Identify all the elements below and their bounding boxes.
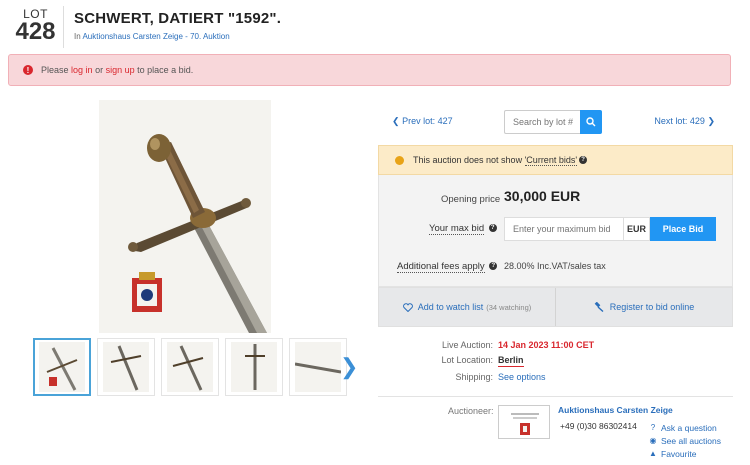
thumbnail-sword-4 bbox=[231, 342, 277, 392]
favourite-label: Favourite bbox=[661, 448, 697, 459]
thumbnail-3[interactable] bbox=[161, 338, 219, 396]
question-icon[interactable]: ? bbox=[579, 156, 588, 164]
favourite-link[interactable]: ▲ Favourite bbox=[648, 447, 721, 460]
lot-location-value: Berlin bbox=[498, 355, 524, 367]
lot-number: 428 bbox=[15, 18, 56, 45]
question-icon[interactable]: ? bbox=[489, 262, 498, 271]
bid-panel: Opening price 30,000 EUR Your max bid ? … bbox=[378, 175, 733, 287]
eye-icon: ◉ bbox=[649, 436, 657, 445]
search-icon bbox=[586, 117, 596, 127]
register-to-bid-button[interactable]: Register to bid online bbox=[555, 288, 732, 326]
lot-title: SCHWERT, DATIERT "1592". bbox=[74, 10, 282, 27]
see-all-auctions-link[interactable]: ◉ See all auctions bbox=[648, 434, 722, 447]
fees-label-text[interactable]: Additional fees apply bbox=[397, 261, 485, 273]
add-to-watchlist-button[interactable]: Add to watch list (34 watching) bbox=[379, 288, 555, 326]
divider bbox=[378, 396, 733, 397]
live-auction-date: 14 Jan 2023 11:00 CET bbox=[498, 340, 595, 350]
thumbnail-sword-5 bbox=[295, 342, 341, 392]
thumbnail-strip bbox=[33, 338, 353, 396]
login-link[interactable]: log in bbox=[71, 65, 93, 75]
bell-icon: ▲ bbox=[649, 449, 657, 458]
fees-label: Additional fees apply ? bbox=[397, 261, 498, 273]
lot-subtitle: In Auktionshaus Carsten Zeige - 70. Aukt… bbox=[74, 32, 281, 41]
info-icon bbox=[395, 155, 404, 165]
shipping-label: Shipping: bbox=[455, 372, 493, 382]
auctioneer-name[interactable]: Auktionshaus Carsten Zeige bbox=[558, 405, 673, 415]
next-lot-label: Next lot: 429 bbox=[654, 116, 705, 126]
fees-value: 28.00% Inc.VAT/sales tax bbox=[504, 261, 606, 271]
lot-location-label: Lot Location: bbox=[441, 355, 493, 365]
lot-header: LOT 428 SCHWERT, DATIERT "1592". In Aukt… bbox=[8, 6, 730, 48]
lot-search-input[interactable] bbox=[504, 110, 580, 134]
question-icon: ? bbox=[650, 423, 656, 432]
question-icon[interactable]: ? bbox=[488, 224, 497, 233]
auction-link[interactable]: Auktionshaus Carsten Zeige - 70. Auktion bbox=[82, 32, 229, 41]
live-auction-label: Live Auction: bbox=[441, 340, 493, 350]
alert-text-or: or bbox=[95, 65, 104, 75]
thumbnail-1[interactable] bbox=[33, 338, 91, 396]
current-bids-notice: This auction does not show 'Current bids… bbox=[378, 145, 733, 175]
opening-price-value: 30,000 EUR bbox=[504, 188, 581, 204]
ask-question-link[interactable]: ? Ask a question bbox=[648, 421, 721, 434]
see-all-auctions-label: See all auctions bbox=[661, 435, 722, 446]
thumbnail-sword-3 bbox=[167, 342, 213, 392]
auctioneer-links: ? Ask a question ◉ See all auctions ▲ Favou… bbox=[648, 421, 721, 460]
thumbnail-sword-2 bbox=[103, 342, 149, 392]
shipping-row: Shipping: See options bbox=[378, 372, 733, 386]
max-bid-currency: EUR bbox=[624, 217, 650, 241]
alert-text-before: Please bbox=[41, 65, 69, 75]
chevron-left-icon: ❮ bbox=[392, 116, 400, 126]
place-bid-button[interactable]: Place Bid bbox=[650, 217, 716, 241]
subtitle-prefix: In bbox=[74, 32, 81, 41]
heart-icon bbox=[402, 302, 413, 312]
register-label: Register to bid online bbox=[609, 302, 695, 312]
main-lot-image[interactable] bbox=[99, 100, 271, 333]
hammer-icon bbox=[594, 302, 604, 312]
next-lot-link[interactable]: Next lot: 429 ❯ bbox=[654, 116, 715, 127]
thumbnail-5[interactable] bbox=[289, 338, 347, 396]
notice-text: This auction does not show bbox=[413, 155, 523, 165]
signup-link[interactable]: sign up bbox=[106, 65, 135, 75]
lot-location-row: Lot Location: Berlin bbox=[378, 355, 733, 369]
opening-price-label: Opening price bbox=[441, 194, 501, 205]
sword-image bbox=[99, 100, 271, 333]
title-block: SCHWERT, DATIERT "1592". In Auktionshaus… bbox=[74, 6, 281, 48]
auctioneer-phone: +49 (0)30 86302414 bbox=[560, 421, 637, 431]
exclamation-icon: ! bbox=[23, 65, 33, 75]
thumbnail-2[interactable] bbox=[97, 338, 155, 396]
shipping-link[interactable]: See options bbox=[498, 372, 546, 382]
chevron-right-icon: ❯ bbox=[707, 116, 715, 126]
auctioneer-logo[interactable] bbox=[498, 405, 550, 439]
prev-lot-link[interactable]: ❮ Prev lot: 427 bbox=[392, 116, 453, 127]
watchlist-label: Add to watch list bbox=[417, 302, 484, 312]
lot-nav: ❮ Prev lot: 427 Next lot: 429 ❯ bbox=[378, 110, 733, 136]
lot-number-box: LOT 428 bbox=[8, 6, 64, 48]
alert-text-after: to place a bid. bbox=[137, 65, 194, 75]
chevron-right-icon[interactable]: ❯ bbox=[340, 356, 358, 378]
login-alert: ! Please log in or sign up to place a bi… bbox=[8, 54, 731, 86]
auctioneer-logo-image bbox=[511, 413, 539, 435]
watching-count: (34 watching) bbox=[486, 302, 532, 312]
notice-highlight: 'Current bids' bbox=[524, 154, 578, 166]
max-bid-label: Your max bid ? bbox=[429, 223, 497, 235]
search-button[interactable] bbox=[580, 110, 602, 134]
auctioneer-label: Auctioneer: bbox=[448, 406, 494, 416]
thumbnail-sword-1 bbox=[39, 342, 85, 392]
action-bar: Add to watch list (34 watching) Register… bbox=[378, 287, 733, 327]
max-bid-input[interactable] bbox=[504, 217, 624, 241]
thumbnail-4[interactable] bbox=[225, 338, 283, 396]
live-auction-row: Live Auction: 14 Jan 2023 11:00 CET bbox=[378, 340, 733, 354]
ask-question-label: Ask a question bbox=[661, 422, 717, 433]
prev-lot-label: Prev lot: 427 bbox=[402, 116, 453, 126]
max-bid-label-text: Your max bid bbox=[429, 223, 485, 235]
